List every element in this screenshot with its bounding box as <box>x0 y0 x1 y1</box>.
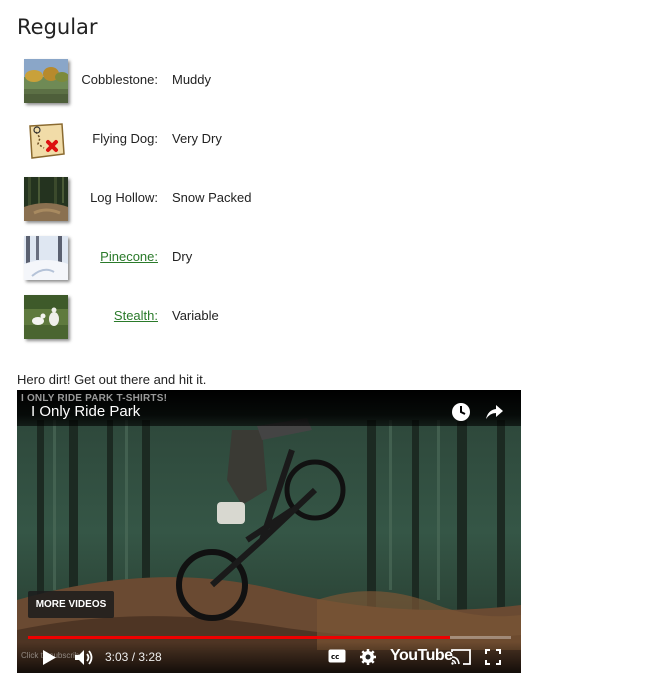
cast-icon[interactable] <box>451 649 471 670</box>
progress-bar[interactable] <box>28 636 511 639</box>
svg-text:cc: cc <box>331 653 339 661</box>
video-title[interactable]: I Only Ride Park <box>31 403 140 420</box>
volume-icon[interactable] <box>74 649 94 671</box>
settings-icon[interactable] <box>360 649 376 670</box>
trail-status: Very Dry <box>172 131 222 146</box>
video-frame <box>17 390 521 673</box>
trail-link[interactable]: Pinecone: <box>100 249 158 264</box>
trail-name: Cobblestone: <box>81 72 158 87</box>
clock-icon[interactable] <box>451 402 471 422</box>
trail-link[interactable]: Stealth: <box>114 308 158 323</box>
video-player[interactable]: I ONLY RIDE PARK T-SHIRTS! I Only Ride P… <box>17 390 521 673</box>
share-icon[interactable] <box>484 402 504 422</box>
trail-thumbnail-birds <box>24 295 68 339</box>
trail-name: Log Hollow: <box>90 190 158 205</box>
trail-status: Snow Packed <box>172 190 252 205</box>
trail-map-icon <box>24 118 68 162</box>
more-videos-button[interactable]: MORE VIDEOS <box>28 591 114 618</box>
trail-thumbnail-meadow <box>24 59 68 103</box>
trail-thumbnail-snow <box>24 236 68 280</box>
fullscreen-icon[interactable] <box>485 649 501 670</box>
youtube-logo[interactable]: YouTube <box>390 647 453 665</box>
captions-icon[interactable]: cc <box>328 649 346 668</box>
trail-status: Variable <box>172 308 219 323</box>
trail-row: Stealth: Variable <box>0 293 400 343</box>
section-heading: Regular <box>17 15 98 39</box>
trail-thumbnail-forest <box>24 177 68 221</box>
trail-status: Dry <box>172 249 193 264</box>
play-icon[interactable] <box>41 649 57 671</box>
trail-name: Flying Dog: <box>92 131 158 146</box>
trail-row: Cobblestone: Muddy <box>0 57 400 107</box>
video-caption: Hero dirt! Get out there and hit it. <box>17 372 207 387</box>
trail-row: Pinecone: Dry <box>0 234 400 284</box>
trail-status: Muddy <box>172 72 212 87</box>
video-controls: Click to subscribe 3:03 / 3:28 cc <box>17 642 521 673</box>
video-time: 3:03 / 3:28 <box>105 650 162 664</box>
trail-row: Log Hollow: Snow Packed <box>0 175 400 225</box>
progress-fill <box>28 636 451 639</box>
trail-row: Flying Dog: Very Dry <box>0 116 400 166</box>
